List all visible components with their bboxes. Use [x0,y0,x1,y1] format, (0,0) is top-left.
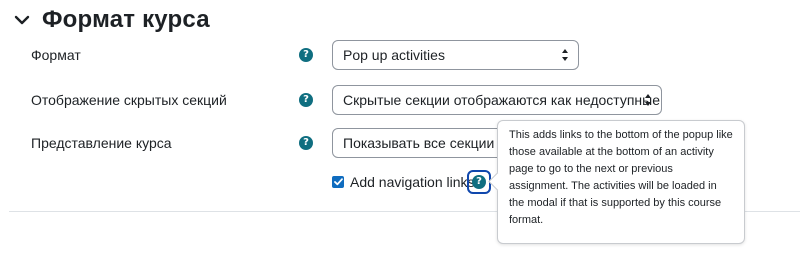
format-label: Формат [31,47,81,63]
question-icon[interactable]: ? [299,136,313,150]
hidden-sections-select[interactable]: Скрытые секции отображаются как недоступ… [332,85,662,115]
format-select-value: Pop up activities [343,47,445,63]
popover-arrow [488,172,507,191]
chevron-down-icon[interactable] [12,10,32,30]
nav-links-checkbox-row[interactable]: Add navigation links [332,172,475,192]
help-popover-text: This adds links to the bottom of the pop… [509,129,733,226]
help-popover: This adds links to the bottom of the pop… [488,120,745,244]
section-header[interactable]: Формат курса [12,4,210,36]
question-icon[interactable]: ? [472,175,486,189]
hidden-sections-select-value: Скрытые секции отображаются как недоступ… [343,92,661,108]
select-arrows-icon [562,49,569,61]
format-row: Формат ? Pop up activities [0,39,800,71]
nav-links-checkbox[interactable] [332,176,344,188]
nav-links-help-button[interactable]: ? [467,170,491,194]
hidden-sections-row: Отображение скрытых секций ? Скрытые сек… [0,84,800,116]
question-icon[interactable]: ? [299,48,313,62]
format-select[interactable]: Pop up activities [332,40,579,70]
select-arrows-icon [645,94,652,106]
hidden-sections-label: Отображение скрытых секций [31,92,227,108]
section-title: Формат курса [42,6,210,33]
question-icon[interactable]: ? [299,93,313,107]
course-layout-label: Представление курса [31,135,172,151]
nav-links-label[interactable]: Add navigation links [350,174,475,190]
